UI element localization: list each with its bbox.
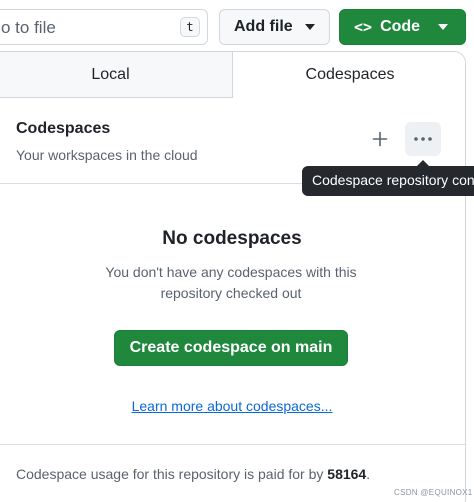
billing-footer: Codespace usage for this repository is p…: [16, 466, 370, 482]
tab-codespaces[interactable]: Codespaces: [232, 52, 465, 98]
footer-payer: 58164: [327, 466, 367, 482]
codespace-options-button[interactable]: [405, 122, 441, 156]
github-code-dropdown-screen: o to file t Add file <> Code Local Codes…: [0, 0, 474, 502]
tooltip: Codespace repository con: [302, 166, 474, 196]
go-to-file-placeholder: o to file: [1, 18, 56, 37]
tab-bar: Local Codespaces: [0, 52, 465, 98]
chevron-down-icon: [438, 24, 449, 30]
footer-suffix: .: [366, 466, 371, 482]
kebab-horizontal-icon: [414, 137, 432, 141]
empty-state-title: No codespaces: [162, 228, 302, 249]
code-button[interactable]: <> Code: [339, 9, 466, 45]
keyboard-shortcut-badge: t: [180, 17, 200, 37]
plus-icon: [372, 131, 388, 147]
watermark: CSDN @EQUINOX1: [394, 488, 473, 497]
create-codespace-button[interactable]: Create codespace on main: [114, 330, 348, 366]
code-dropdown-panel: Local Codespaces Codespaces Your workspa…: [0, 51, 466, 502]
learn-more-link[interactable]: Learn more about codespaces...: [1, 398, 463, 414]
codespaces-heading: Codespaces: [16, 120, 111, 137]
code-label: Code: [380, 18, 421, 35]
new-codespace-button[interactable]: [365, 124, 395, 154]
chevron-down-icon: [304, 24, 315, 30]
code-icon: <>: [354, 18, 373, 36]
tab-local[interactable]: Local: [0, 52, 232, 98]
codespaces-subtitle: Your workspaces in the cloud: [16, 147, 198, 163]
footer-divider: [0, 444, 465, 445]
add-file-button[interactable]: Add file: [219, 9, 330, 45]
empty-state-description: You don't have any codespaces with this …: [105, 264, 357, 301]
add-file-label: Add file: [234, 18, 293, 35]
go-to-file-input[interactable]: o to file t: [0, 9, 208, 45]
footer-prefix: Codespace usage for this repository is p…: [16, 466, 328, 482]
